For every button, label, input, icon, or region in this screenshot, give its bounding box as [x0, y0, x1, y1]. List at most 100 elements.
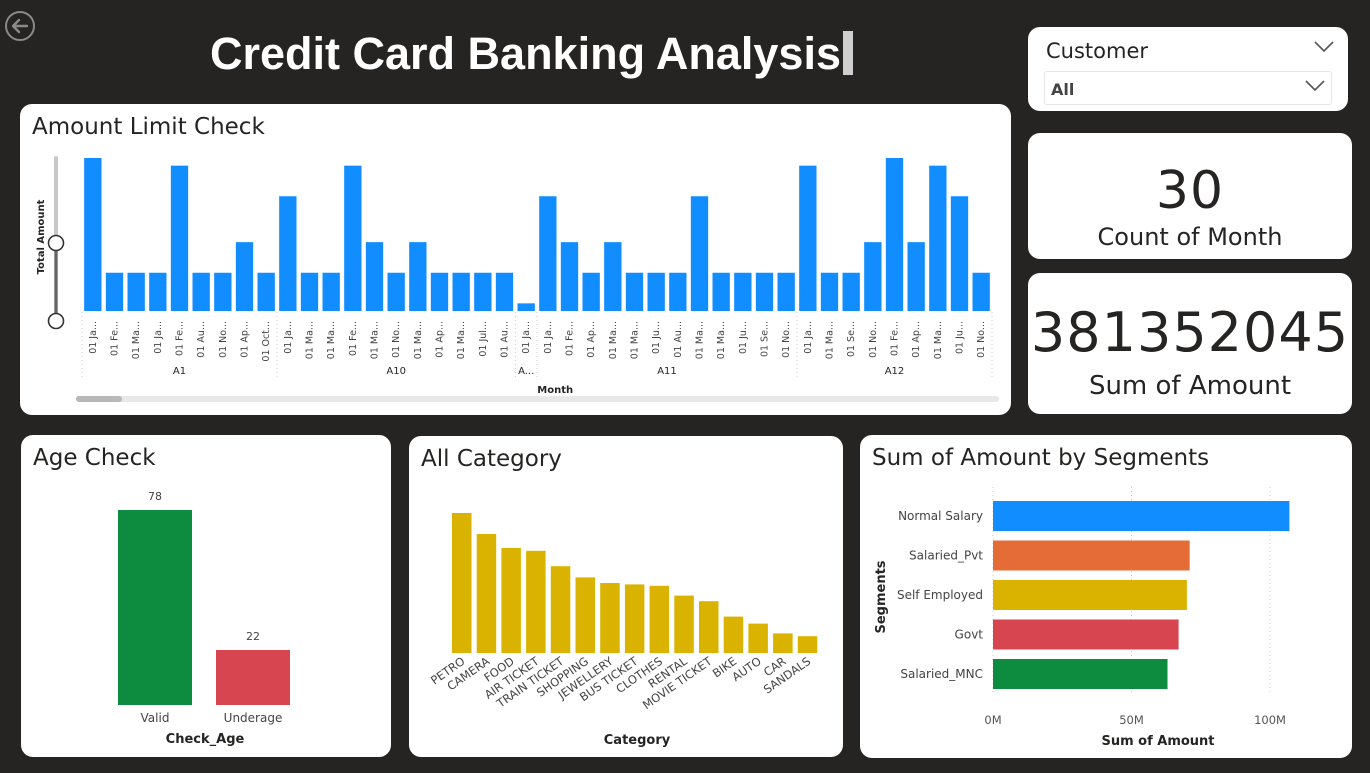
bar — [118, 510, 192, 705]
segments-chart-card: Sum of Amount by Segments 0M 50M 100M Norma… — [860, 435, 1352, 758]
age-check-chart: 78 Valid 22 Underage Check_Age — [118, 490, 290, 747]
x-tick-label: 01 Ap... — [240, 321, 251, 358]
x-tick-label: 01 Ja... — [803, 321, 814, 354]
bar — [993, 619, 1179, 650]
bar — [501, 548, 521, 653]
bar — [799, 165, 817, 311]
back-arrow-icon[interactable] — [4, 10, 36, 42]
x-tick-label: 01 Se... — [760, 321, 771, 357]
bar — [550, 566, 571, 653]
bar — [344, 165, 362, 311]
x-tick-label: 01 Ap... — [911, 321, 922, 358]
bar — [690, 196, 709, 311]
bar — [993, 501, 1290, 531]
x-tick-label: 01 Ma... — [695, 321, 706, 359]
slider-handle-top[interactable] — [47, 234, 65, 252]
chevron-down-icon[interactable] — [1305, 80, 1325, 92]
x-tick-label: 01 Se... — [846, 321, 857, 357]
x-tick-label: 01 Fe... — [890, 321, 901, 356]
age-check-chart-card: Age Check 78 Valid 22 Underage Check_Age — [21, 435, 391, 757]
x-tick-label: 01 No... — [976, 321, 987, 358]
bar — [723, 616, 744, 653]
bar — [170, 165, 189, 311]
x-tick-label: 0M — [984, 713, 1001, 727]
bar — [950, 196, 969, 311]
bar — [474, 272, 492, 311]
data-label: 22 — [246, 630, 260, 643]
bar — [600, 583, 620, 653]
bar — [929, 165, 947, 311]
x-tick-label: 01 Fe... — [175, 321, 186, 356]
bar — [777, 272, 795, 311]
amount-limit-chart-card: Amount Limit Check Total Amount 01 Ja... 0… — [20, 104, 1011, 415]
slicer-label: Customer — [1046, 39, 1149, 63]
x-tick-label: 01 Ma... — [716, 321, 727, 359]
y-axis-title: Total Amount — [36, 199, 47, 274]
y-tick-label: Self Employed — [897, 588, 983, 602]
slicer-selected-value: All — [1051, 80, 1075, 99]
kpi-label: Count of Month — [1097, 223, 1283, 251]
y-tick-label: Salaried_MNC — [900, 667, 983, 681]
x-tick-label: 01 Ma... — [131, 321, 142, 359]
slider-handle-bottom[interactable] — [47, 312, 65, 330]
x-tick-label: 50M — [1119, 713, 1144, 727]
bar — [649, 585, 670, 653]
bar — [755, 272, 774, 311]
bar — [526, 550, 546, 653]
scrollbar-thumb[interactable] — [76, 396, 122, 402]
x-tick-label: 01 No... — [868, 321, 879, 358]
bar — [539, 196, 557, 311]
customer-slicer[interactable]: Customer All — [1028, 27, 1348, 111]
bar — [235, 242, 254, 311]
bar — [322, 272, 340, 311]
bar — [748, 623, 768, 653]
x-tick-label: 01 Ja... — [88, 321, 99, 354]
bar — [476, 534, 497, 653]
x-tick-label: 01 Ma... — [326, 321, 337, 359]
bar — [105, 272, 124, 311]
x-tick-label: 01 Ju... — [955, 321, 966, 354]
kpi-card-sum-of-amount: 381352045 Sum of Amount — [1028, 273, 1352, 414]
x-tick-label: AUTO — [729, 654, 764, 684]
kpi-value: 381352045 — [1030, 301, 1350, 364]
group-label: A12 — [885, 366, 905, 377]
group-label: A... — [518, 366, 534, 377]
bar — [972, 272, 990, 311]
x-tick-label: 01 Ma... — [413, 321, 424, 359]
bar — [699, 601, 719, 653]
x-tick-label: 01 Ja... — [283, 321, 294, 354]
x-tick-label: 01 Au... — [196, 321, 207, 358]
bar — [214, 272, 232, 311]
y-tick-label: Normal Salary — [898, 509, 983, 523]
x-tick-label: 01 Fe... — [110, 321, 121, 356]
bar — [712, 272, 730, 311]
bar — [864, 242, 882, 311]
x-tick-label: 01 Fe... — [348, 321, 359, 356]
chevron-down-icon[interactable] — [1314, 41, 1334, 53]
x-tick-label: 01 Fe... — [565, 321, 576, 356]
bar — [582, 272, 600, 311]
bar — [216, 650, 290, 705]
bar — [495, 272, 514, 311]
bar — [409, 242, 427, 311]
bar — [257, 272, 275, 311]
group-label: A11 — [657, 366, 677, 377]
x-tick-label: Underage — [224, 711, 283, 725]
bar — [907, 242, 925, 311]
x-axis-title: Check_Age — [166, 732, 245, 747]
bar — [993, 659, 1168, 689]
bar — [560, 242, 579, 311]
y-axis-title: Segments — [874, 560, 889, 633]
slicer-dropdown[interactable]: All — [1044, 71, 1332, 105]
bar — [192, 272, 210, 311]
bar — [452, 272, 470, 311]
x-tick-label: 01 Jul... — [478, 321, 489, 357]
x-axis-title: Sum of Amount — [1101, 734, 1214, 749]
horizontal-scrollbar[interactable] — [76, 396, 999, 402]
x-tick-label: 01 Ja... — [543, 321, 554, 354]
x-tick-label: Valid — [141, 711, 170, 725]
bar — [820, 272, 839, 311]
bar — [674, 595, 694, 653]
y-tick-label: Salaried_Pvt — [909, 549, 983, 563]
x-tick-label: 01 Ma... — [305, 321, 316, 359]
